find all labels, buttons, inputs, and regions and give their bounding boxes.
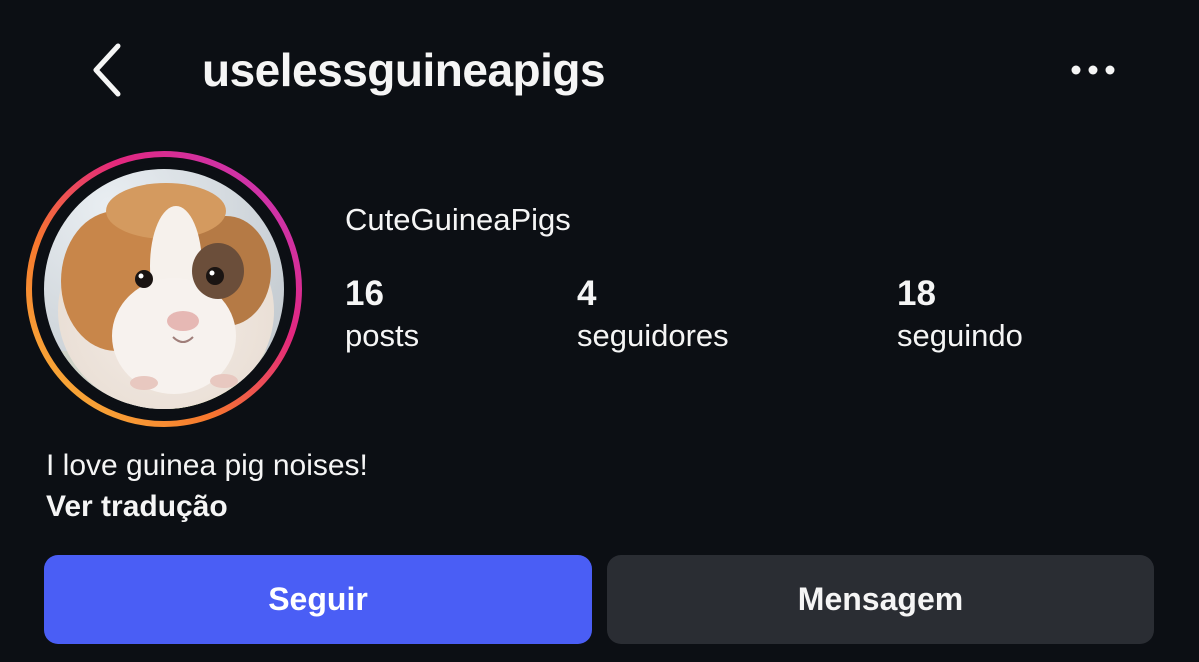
following-count: 18 [897, 274, 936, 313]
follow-button[interactable]: Seguir [44, 555, 592, 644]
message-button[interactable]: Mensagem [607, 555, 1154, 644]
more-horizontal-icon [1071, 65, 1115, 75]
stat-posts[interactable]: 16 posts [345, 272, 419, 356]
profile-username: uselessguineapigs [202, 44, 606, 96]
posts-count: 16 [345, 274, 384, 313]
profile-bio: I love guinea pig noises! [46, 449, 368, 482]
story-ring [26, 151, 302, 427]
stat-followers[interactable]: 4 seguidores [577, 272, 729, 356]
following-label: seguindo [897, 318, 1023, 353]
profile-display-name: CuteGuineaPigs [345, 202, 571, 237]
followers-label: seguidores [577, 318, 729, 353]
profile-avatar[interactable] [26, 151, 302, 427]
chevron-left-icon [93, 43, 121, 97]
back-button[interactable] [78, 36, 134, 104]
more-options-button[interactable] [1062, 50, 1124, 90]
followers-count: 4 [577, 274, 597, 313]
profile-screen: uselessguineapigs CuteGuineaPigs 16 post… [0, 0, 1199, 662]
stat-following[interactable]: 18 seguindo [897, 272, 1023, 356]
posts-label: posts [345, 318, 420, 353]
see-translation-link[interactable]: Ver tradução [46, 487, 228, 527]
